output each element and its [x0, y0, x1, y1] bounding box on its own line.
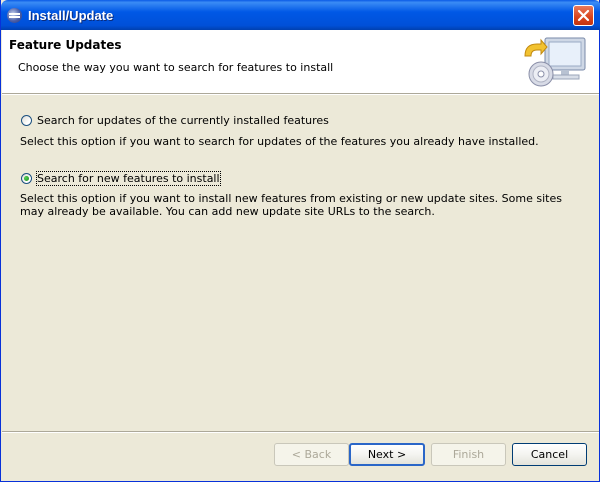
- radio-search-new-features[interactable]: [21, 173, 32, 184]
- eclipse-icon: [7, 8, 22, 23]
- button-bar-separator: [2, 431, 599, 433]
- option-search-updates-label: Search for updates of the currently inst…: [37, 114, 329, 127]
- page-title: Feature Updates: [9, 38, 122, 52]
- install-update-wizard-icon: [524, 37, 586, 87]
- option-search-new-features-description: Select this option if you want to instal…: [20, 192, 562, 218]
- install-update-dialog: Install/Update Feature Updates Choose th…: [0, 0, 600, 482]
- option-search-new-features-label: Search for new features to install: [36, 171, 221, 186]
- close-icon: [577, 9, 590, 22]
- back-button[interactable]: < Back: [274, 443, 349, 466]
- window-title: Install/Update: [28, 8, 114, 23]
- next-button[interactable]: Next >: [349, 443, 425, 466]
- radio-selected-dot: [24, 176, 29, 181]
- title-bar[interactable]: Install/Update: [1, 0, 600, 30]
- cancel-button[interactable]: Cancel: [512, 443, 587, 466]
- close-button[interactable]: [573, 5, 594, 26]
- header-separator: [2, 94, 599, 95]
- wizard-header: Feature Updates Choose the way you want …: [2, 30, 599, 94]
- option-search-updates-description: Select this option if you want to search…: [20, 135, 539, 148]
- radio-search-updates[interactable]: [21, 115, 32, 126]
- page-description: Choose the way you want to search for fe…: [18, 61, 334, 74]
- finish-button[interactable]: Finish: [431, 443, 506, 466]
